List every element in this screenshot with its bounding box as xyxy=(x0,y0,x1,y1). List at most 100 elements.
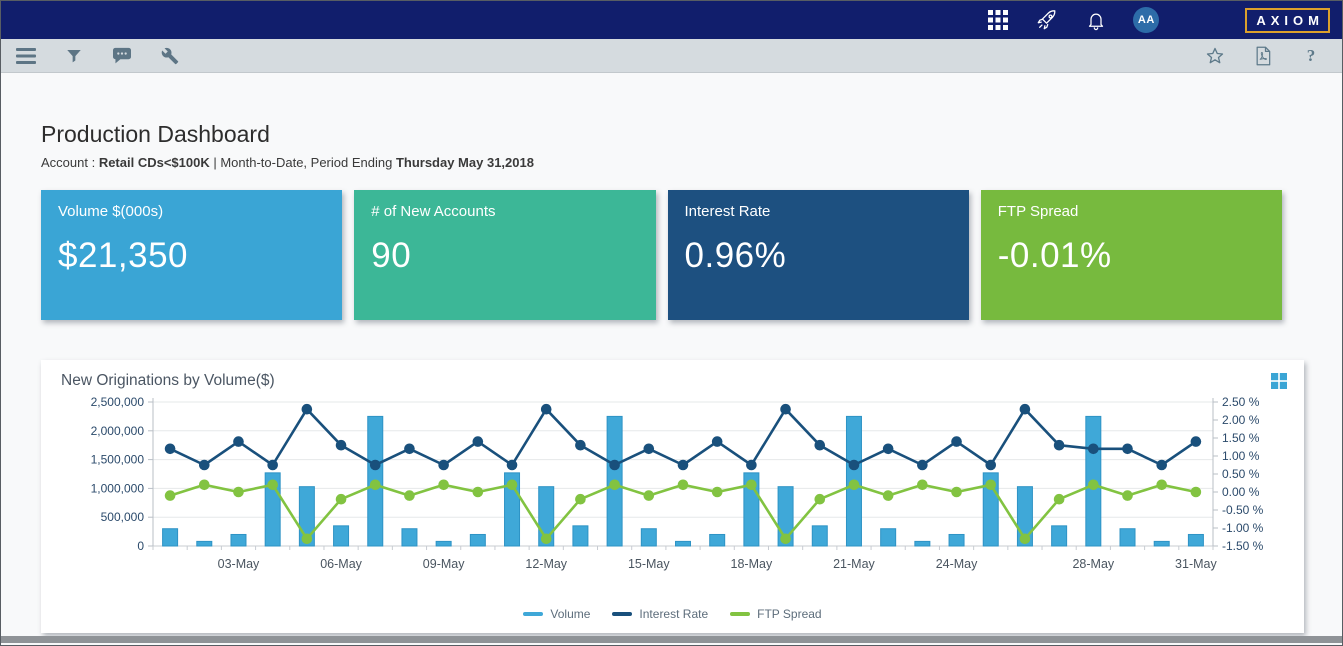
data-point[interactable] xyxy=(951,436,962,447)
bar[interactable] xyxy=(915,541,930,546)
legend-item-ftp-spread[interactable]: FTP Spread xyxy=(730,607,821,621)
data-point[interactable] xyxy=(541,534,552,545)
bar[interactable] xyxy=(812,526,827,546)
data-point[interactable] xyxy=(541,404,552,415)
data-point[interactable] xyxy=(849,460,860,471)
legend-item-interest-rate[interactable]: Interest Rate xyxy=(612,607,708,621)
data-point[interactable] xyxy=(780,534,791,545)
data-point[interactable] xyxy=(883,490,894,501)
bar[interactable] xyxy=(231,534,246,546)
data-point[interactable] xyxy=(1054,494,1065,505)
data-point[interactable] xyxy=(336,494,347,505)
data-point[interactable] xyxy=(883,444,894,455)
data-point[interactable] xyxy=(336,440,347,451)
data-point[interactable] xyxy=(712,487,723,498)
bar[interactable] xyxy=(1052,526,1067,546)
bar[interactable] xyxy=(881,529,896,546)
pdf-export-icon-svg xyxy=(1254,46,1272,66)
data-point[interactable] xyxy=(849,480,860,491)
bar[interactable] xyxy=(334,526,349,546)
data-point[interactable] xyxy=(985,460,996,471)
bar[interactable] xyxy=(949,534,964,546)
page-subtitle: Account : Retail CDs<$100K | Month-to-Da… xyxy=(41,155,1302,170)
data-point[interactable] xyxy=(814,494,825,505)
wrench-icon[interactable] xyxy=(159,45,181,67)
help-icon[interactable]: ? xyxy=(1300,45,1322,67)
data-point[interactable] xyxy=(233,436,244,447)
data-point[interactable] xyxy=(199,460,210,471)
bar[interactable] xyxy=(641,529,656,546)
data-point[interactable] xyxy=(507,460,518,471)
data-point[interactable] xyxy=(1020,534,1031,545)
data-point[interactable] xyxy=(575,494,586,505)
data-point[interactable] xyxy=(780,404,791,415)
data-point[interactable] xyxy=(473,487,484,498)
panel-grid-view-icon[interactable] xyxy=(1270,372,1288,390)
bar[interactable] xyxy=(470,534,485,546)
bar[interactable] xyxy=(1188,534,1203,546)
data-point[interactable] xyxy=(1156,480,1167,491)
data-point[interactable] xyxy=(1191,436,1202,447)
data-point[interactable] xyxy=(233,487,244,498)
data-point[interactable] xyxy=(609,480,620,491)
data-point[interactable] xyxy=(814,440,825,451)
data-point[interactable] xyxy=(609,460,620,471)
bar[interactable] xyxy=(573,526,588,546)
data-point[interactable] xyxy=(1054,440,1065,451)
data-point[interactable] xyxy=(404,444,415,455)
bar[interactable] xyxy=(710,534,725,546)
data-point[interactable] xyxy=(404,490,415,501)
data-point[interactable] xyxy=(1191,487,1202,498)
data-point[interactable] xyxy=(917,480,928,491)
bar[interactable] xyxy=(436,541,451,546)
data-point[interactable] xyxy=(165,490,176,501)
data-point[interactable] xyxy=(746,480,757,491)
comments-icon[interactable] xyxy=(111,45,133,67)
data-point[interactable] xyxy=(951,487,962,498)
x-axis-label: 24-May xyxy=(936,557,978,571)
data-point[interactable] xyxy=(438,460,449,471)
rocket-icon[interactable] xyxy=(1035,8,1059,32)
bar[interactable] xyxy=(676,541,691,546)
data-point[interactable] xyxy=(370,480,381,491)
legend-item-volume[interactable]: Volume xyxy=(523,607,590,621)
data-point[interactable] xyxy=(1122,444,1133,455)
data-point[interactable] xyxy=(267,460,278,471)
star-icon[interactable] xyxy=(1204,45,1226,67)
data-point[interactable] xyxy=(473,436,484,447)
data-point[interactable] xyxy=(507,480,518,491)
bar[interactable] xyxy=(1120,529,1135,546)
pdf-export-icon[interactable] xyxy=(1252,45,1274,67)
data-point[interactable] xyxy=(199,480,210,491)
avatar[interactable]: AA xyxy=(1133,7,1159,33)
data-point[interactable] xyxy=(678,460,689,471)
bar[interactable] xyxy=(1154,541,1169,546)
data-point[interactable] xyxy=(917,460,928,471)
filter-icon[interactable] xyxy=(63,45,85,67)
bar[interactable] xyxy=(163,529,178,546)
data-point[interactable] xyxy=(302,404,313,415)
data-point[interactable] xyxy=(575,440,586,451)
data-point[interactable] xyxy=(1088,480,1099,491)
data-point[interactable] xyxy=(302,534,313,545)
data-point[interactable] xyxy=(267,480,278,491)
data-point[interactable] xyxy=(370,460,381,471)
data-point[interactable] xyxy=(1020,404,1031,415)
data-point[interactable] xyxy=(644,444,655,455)
bar[interactable] xyxy=(197,541,212,546)
apps-grid-icon[interactable] xyxy=(986,8,1010,32)
data-point[interactable] xyxy=(746,460,757,471)
data-point[interactable] xyxy=(678,480,689,491)
data-point[interactable] xyxy=(1122,490,1133,501)
bar[interactable] xyxy=(402,529,417,546)
data-point[interactable] xyxy=(712,436,723,447)
data-point[interactable] xyxy=(985,480,996,491)
data-point[interactable] xyxy=(1156,460,1167,471)
data-point[interactable] xyxy=(1088,444,1099,455)
data-point[interactable] xyxy=(438,480,449,491)
data-point[interactable] xyxy=(165,444,176,455)
horizontal-scrollbar[interactable] xyxy=(1,636,1342,643)
data-point[interactable] xyxy=(644,490,655,501)
bell-icon[interactable] xyxy=(1084,8,1108,32)
menu-icon[interactable] xyxy=(15,45,37,67)
